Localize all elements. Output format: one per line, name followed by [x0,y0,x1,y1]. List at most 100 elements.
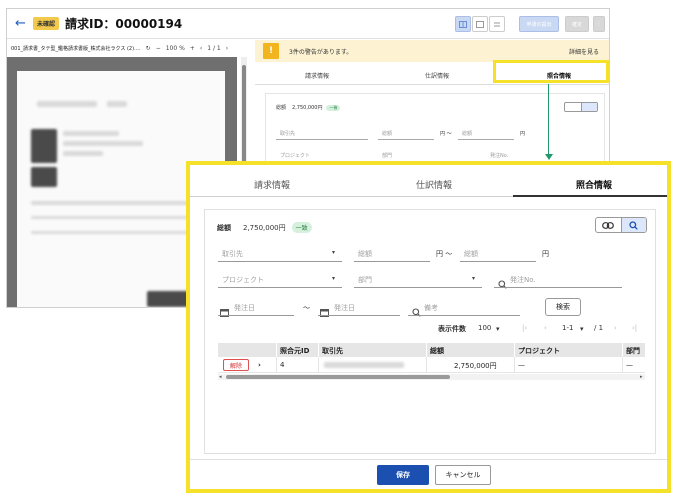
col-amount: 総額 [430,347,444,355]
page-title: 請求ID：00000194 [65,17,183,31]
dept-dropdown-icon[interactable]: ▾ [472,275,475,282]
amount-from-input[interactable] [354,261,430,262]
next-page-icon[interactable]: › [614,324,617,332]
col-dept: 部門 [626,347,640,355]
project-dropdown-icon[interactable]: ▾ [332,275,335,282]
prev-page-icon[interactable]: ‹ [544,324,547,332]
calendar-to-icon[interactable] [320,302,329,321]
total-label: 総額 [217,223,231,232]
table-header: 照合元ID 取引先 総額 プロジェクト 部門 [218,343,645,357]
order-no-input[interactable] [494,287,622,288]
order-date-from-placeholder: 発注日 [234,304,255,312]
layout-list-button[interactable] [489,16,505,32]
warning-icon: ! [263,43,279,59]
view-toggle-group[interactable] [595,217,647,233]
list-view-icon [494,22,500,26]
active-tab-indicator [513,195,667,197]
status-badge: 未確認 [33,17,60,30]
col-vendor: 取引先 [322,347,343,355]
row-expand-icon[interactable]: › [258,361,261,369]
vendor-placeholder: 取引先 [222,250,243,258]
date-tilde: 〜 [303,304,310,312]
vendor-dropdown-icon[interactable]: ▾ [332,249,335,256]
amount-from-placeholder: 総額 [358,250,372,258]
warning-text: 3件の警告があります。 [289,49,353,56]
amount-to-input[interactable] [460,261,536,262]
cell-vendor-redacted [324,362,404,368]
order-date-to-input[interactable] [318,315,400,316]
zoomed-match-panel: 請求情報 仕訳情報 照合情報 総額 2,750,000円 一致 取引先 ▾ 総額… [186,161,671,493]
order-no-search-icon [498,274,507,293]
amount-to-placeholder: 総額 [464,250,478,258]
page-range-dropdown-icon[interactable]: ▾ [580,325,584,333]
small-tab-invoice[interactable]: 請求情報 [305,71,329,80]
tab-highlight-box [493,60,609,83]
first-page-icon[interactable]: |‹ [522,324,527,332]
warning-details-link[interactable]: 詳細を見る [569,47,599,56]
small-icon-group[interactable] [564,102,598,112]
layout-single-button[interactable] [472,16,488,32]
tab-match-info[interactable]: 照合情報 [576,178,612,191]
page-indicator: 1 / 1 [207,44,221,52]
zoom-out-icon[interactable]: − [156,45,161,52]
cancel-button[interactable]: キャンセル [435,465,491,485]
page-size-value[interactable]: 100 [478,324,491,332]
yen-tilde-label: 円 〜 [436,250,453,258]
more-menu-icon[interactable]: ⋮ [593,16,605,32]
small-yen: 円 [520,131,526,137]
table-scroll-thumb[interactable] [226,375,450,379]
confirm-button[interactable]: 確定 [565,16,589,32]
page-total: / 1 [594,324,604,332]
save-button[interactable]: 保存 [377,465,429,485]
rotate-icon[interactable]: ↻ [146,45,151,52]
memo-placeholder: 備考 [424,304,438,312]
small-match-panel: 総額 2,750,000円 一致 取引先 総額 円 〜 総額 円 プロジェクト … [265,93,605,165]
table-row[interactable]: › 4 2,750,000円 — — [218,357,645,373]
layout-split-button[interactable] [455,16,471,32]
small-total-label: 総額 [276,105,287,111]
order-date-to-placeholder: 発注日 [334,304,355,312]
pdf-toolbar: 001_請求書_タテ型_鑑格請求書版_株式会社ラクス (2).… ↻ − 100… [7,40,247,56]
link-icon[interactable] [596,218,621,232]
match-content [204,209,656,454]
search-icon[interactable] [620,218,646,232]
small-vendor-placeholder: 取引先 [280,131,296,137]
prev-page-icon[interactable]: ‹ [200,45,202,52]
dept-select[interactable] [354,287,482,288]
small-tab-journal[interactable]: 仕訳情報 [425,71,449,80]
small-match-badge: 一致 [326,104,341,111]
footer-divider [190,459,667,460]
pdf-filename: 001_請求書_タテ型_鑑格請求書版_株式会社ラクス (2).… [11,45,141,52]
order-date-from-input[interactable] [218,315,294,316]
last-page-icon[interactable]: ›| [632,324,637,332]
back-arrow-icon[interactable]: ← [15,16,26,31]
tab-invoice-info[interactable]: 請求情報 [254,178,290,191]
small-amount-from-placeholder: 総額 [382,131,393,137]
zoom-in-icon[interactable]: + [190,45,195,52]
warning-banner: ! 3件の警告があります。 詳細を見る [255,40,609,62]
scroll-left-icon[interactable]: ◂ [219,374,222,380]
col-source-id: 照合元ID [280,347,310,355]
scroll-right-icon[interactable]: ▸ [640,374,643,380]
match-status-badge: 一致 [291,222,312,233]
submit-request-button[interactable]: 申請の提出 [519,16,559,32]
zoom-level: 100 % [165,44,185,52]
small-link-icon[interactable] [565,103,581,111]
callout-arrow-head [545,154,553,160]
cell-source-id: 4 [280,361,285,369]
yen-label: 円 [542,250,549,258]
tab-journal-info[interactable]: 仕訳情報 [416,178,452,191]
small-dept-placeholder: 部門 [382,153,393,159]
small-total-value: 2,750,000円 [292,105,323,111]
vendor-select[interactable] [218,261,342,262]
next-page-icon[interactable]: › [226,45,228,52]
page-range[interactable]: 1-1 [562,324,573,332]
small-search-icon[interactable] [580,103,597,111]
page-size-dropdown-icon[interactable]: ▾ [496,325,500,333]
calendar-from-icon[interactable] [220,302,229,321]
release-button[interactable]: 解除 [223,359,249,371]
order-no-placeholder: 発注No. [510,276,536,284]
project-select[interactable] [218,287,342,288]
memo-input[interactable] [408,315,520,316]
search-button[interactable]: 検索 [545,298,581,316]
